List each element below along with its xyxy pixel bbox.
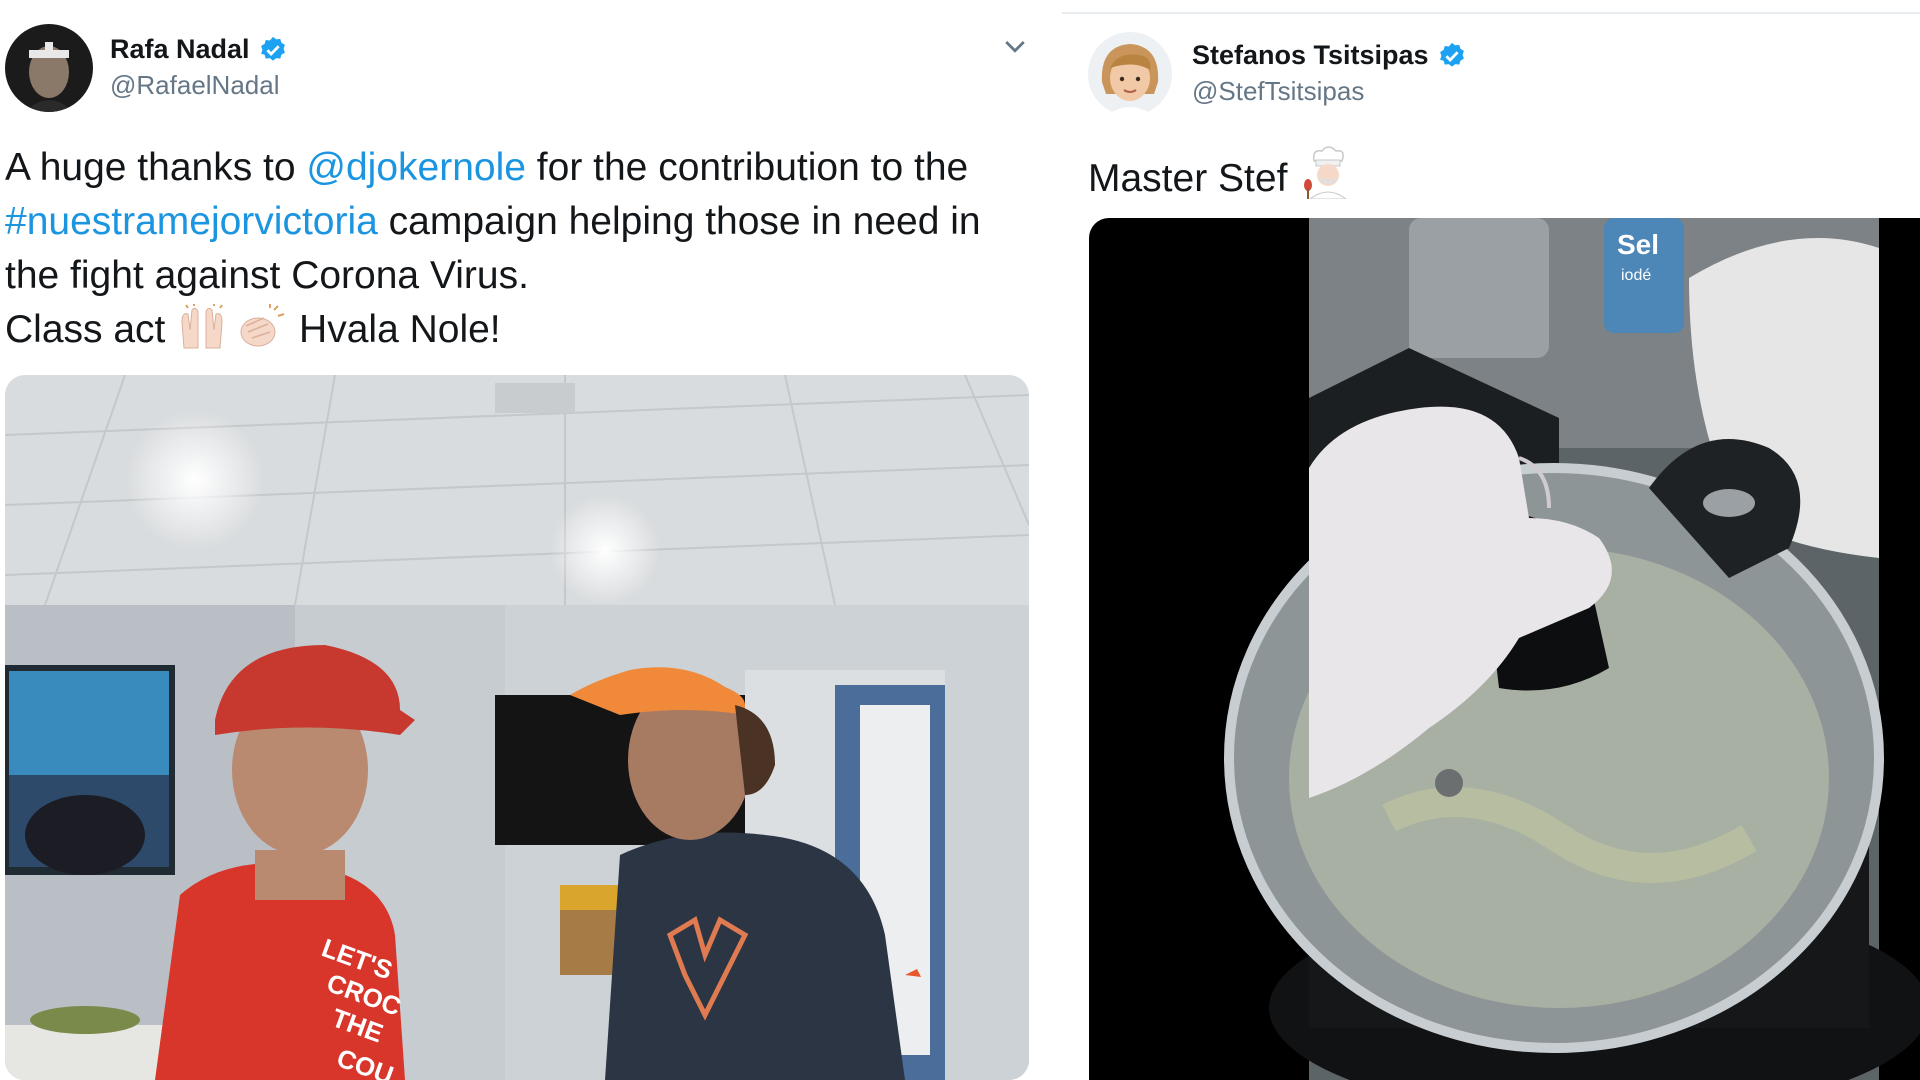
clapping-hands-icon (240, 304, 285, 347)
hashtag-link[interactable]: #nuestramejorvictoria (5, 200, 378, 243)
salt-label-text: Sel (1617, 229, 1659, 260)
text-segment: Hvala Nole! (288, 308, 501, 351)
tweet-text: Master Stef (1088, 145, 1908, 206)
chef-icon (1304, 146, 1348, 199)
tweet-stefanos-tsitsipas: Stefanos Tsitsipas @StefTsitsipas Master… (1062, 0, 1920, 1080)
display-name[interactable]: Rafa Nadal (110, 34, 250, 65)
text-segment: Class act (5, 308, 177, 351)
tweet-video[interactable]: Sel iodé (1089, 218, 1920, 1080)
tweet-rafa-nadal: Rafa Nadal @RafaelNadal A huge thanks to… (0, 0, 1040, 1080)
handle[interactable]: @StefTsitsipas (1192, 76, 1364, 107)
verified-badge-icon (260, 36, 285, 61)
avatar[interactable] (1088, 32, 1172, 116)
user-name-row: Rafa Nadal (110, 34, 288, 65)
avatar[interactable] (5, 24, 93, 112)
text-segment: Master Stef (1088, 157, 1299, 200)
mention-link[interactable]: @djokernole (306, 146, 526, 189)
tweet-photo[interactable]: LET'S CROC THE COU (5, 375, 1029, 1080)
text-line: the fight against Corona Virus. (5, 254, 529, 297)
handle[interactable]: @RafaelNadal (110, 70, 279, 101)
chevron-down-icon[interactable] (1000, 32, 1030, 62)
verified-badge-icon (1439, 42, 1464, 67)
display-name[interactable]: Stefanos Tsitsipas (1192, 40, 1429, 71)
salt-label-text: iodé (1621, 267, 1651, 284)
text-segment: for the contribution to the (525, 146, 969, 189)
raising-hands-icon (181, 304, 224, 349)
user-name-row: Stefanos Tsitsipas (1192, 40, 1467, 71)
tweet-text: A huge thanks to @djokernole for the con… (5, 141, 1035, 357)
text-segment: A huge thanks to (5, 146, 307, 189)
text-segment: campaign helping those in need in (377, 200, 981, 243)
